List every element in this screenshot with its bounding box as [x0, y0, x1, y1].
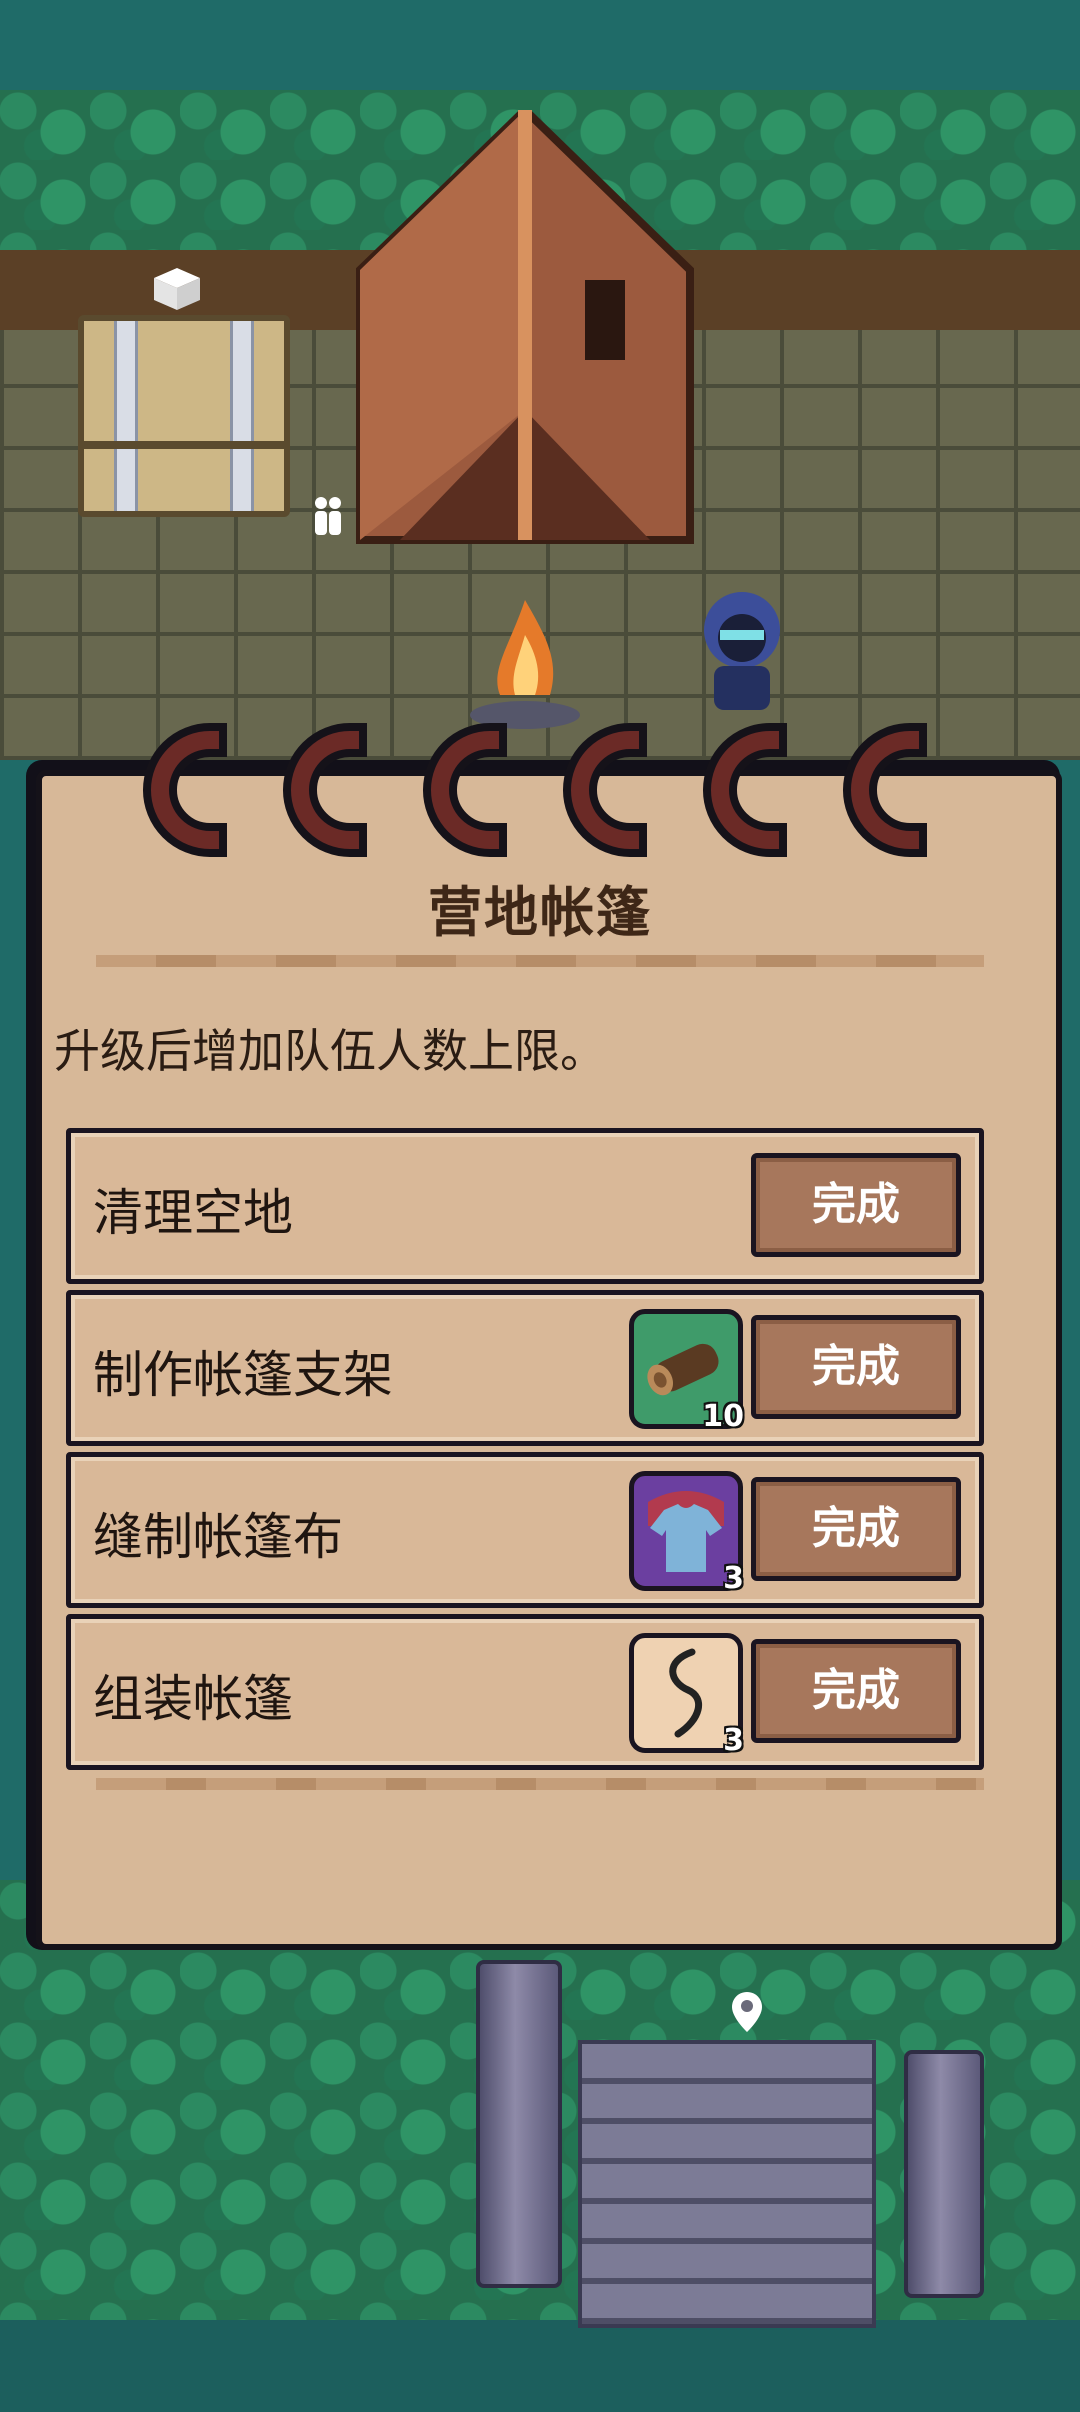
task-label: 制作帐篷支架 [93, 1346, 393, 1404]
task-label: 组装帐篷 [93, 1670, 293, 1728]
box-marker-icon [154, 268, 200, 310]
item-count: 3 [723, 1561, 744, 1596]
cloth-shirt-icon[interactable]: 3 [629, 1471, 744, 1596]
tent-building[interactable] [340, 110, 710, 550]
task-row: 制作帐篷支架 10 完成 [66, 1290, 984, 1446]
title-divider [96, 955, 984, 967]
notebook-rings [143, 722, 928, 858]
item-count: 3 [723, 1723, 744, 1758]
task-label: 缝制帐篷布 [93, 1508, 343, 1566]
stone-pillar-right [904, 2050, 984, 2298]
stone-pillar-left [476, 1960, 562, 2288]
panel-title: 营地帐篷 [428, 881, 652, 944]
task-row: 组装帐篷 3 完成 [66, 1614, 984, 1770]
task-row: 缝制帐篷布 3 完成 [66, 1452, 984, 1608]
map-pin-icon [732, 1992, 762, 2032]
complete-button[interactable]: 完成 [751, 1153, 961, 1257]
complete-button[interactable]: 完成 [751, 1315, 961, 1419]
complete-button[interactable]: 完成 [751, 1639, 961, 1743]
storage-chest[interactable] [78, 315, 290, 517]
task-label: 清理空地 [93, 1184, 293, 1242]
panel-description: 升级后增加队伍人数上限。 [54, 1024, 606, 1078]
item-count: 10 [702, 1399, 744, 1434]
complete-button[interactable]: 完成 [751, 1477, 961, 1581]
wood-log-icon[interactable]: 10 [629, 1309, 744, 1434]
player-character[interactable] [698, 590, 786, 720]
party-members-icon [315, 497, 341, 535]
task-row: 清理空地 完成 [66, 1128, 984, 1284]
rope-icon[interactable]: 3 [629, 1633, 744, 1758]
ground-edge [0, 2320, 1080, 2412]
stone-stairs[interactable] [578, 2040, 876, 2328]
campfire[interactable] [470, 590, 580, 730]
list-divider [96, 1778, 984, 1790]
